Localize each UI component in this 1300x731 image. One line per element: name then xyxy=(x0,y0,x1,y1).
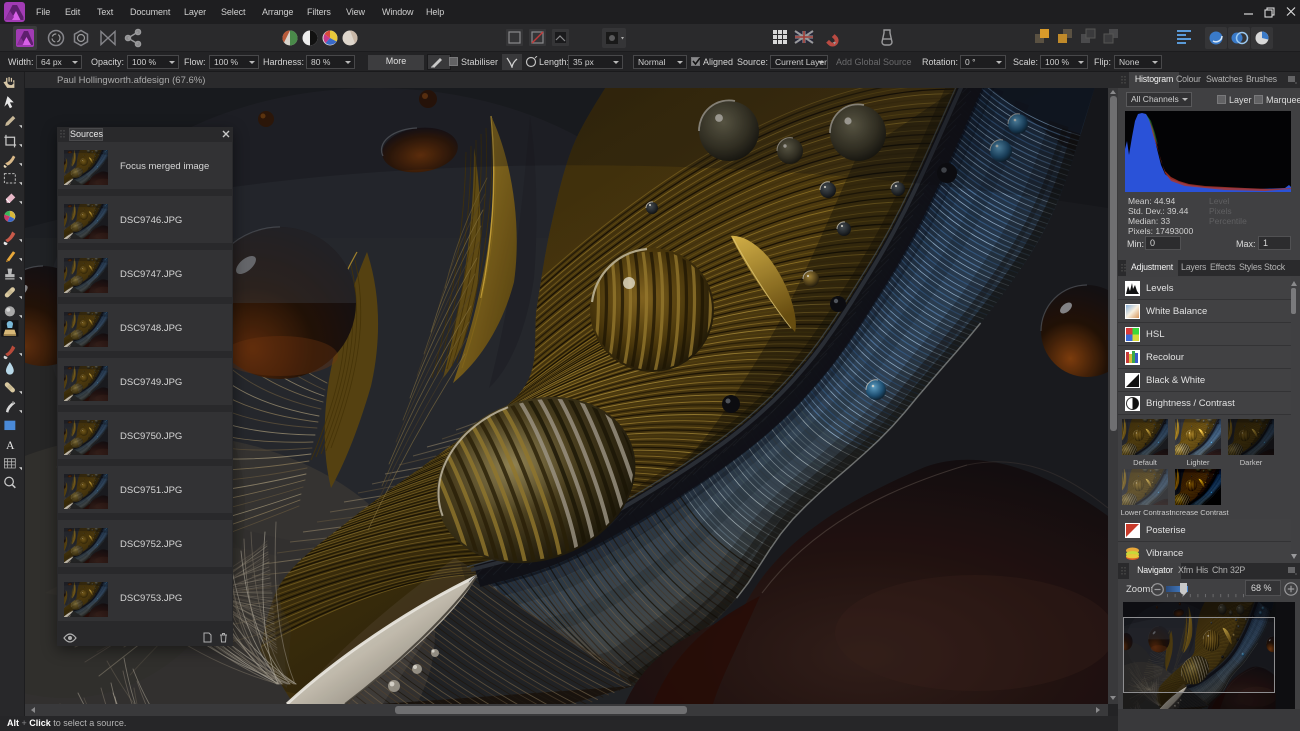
svg-text:A: A xyxy=(6,439,15,452)
